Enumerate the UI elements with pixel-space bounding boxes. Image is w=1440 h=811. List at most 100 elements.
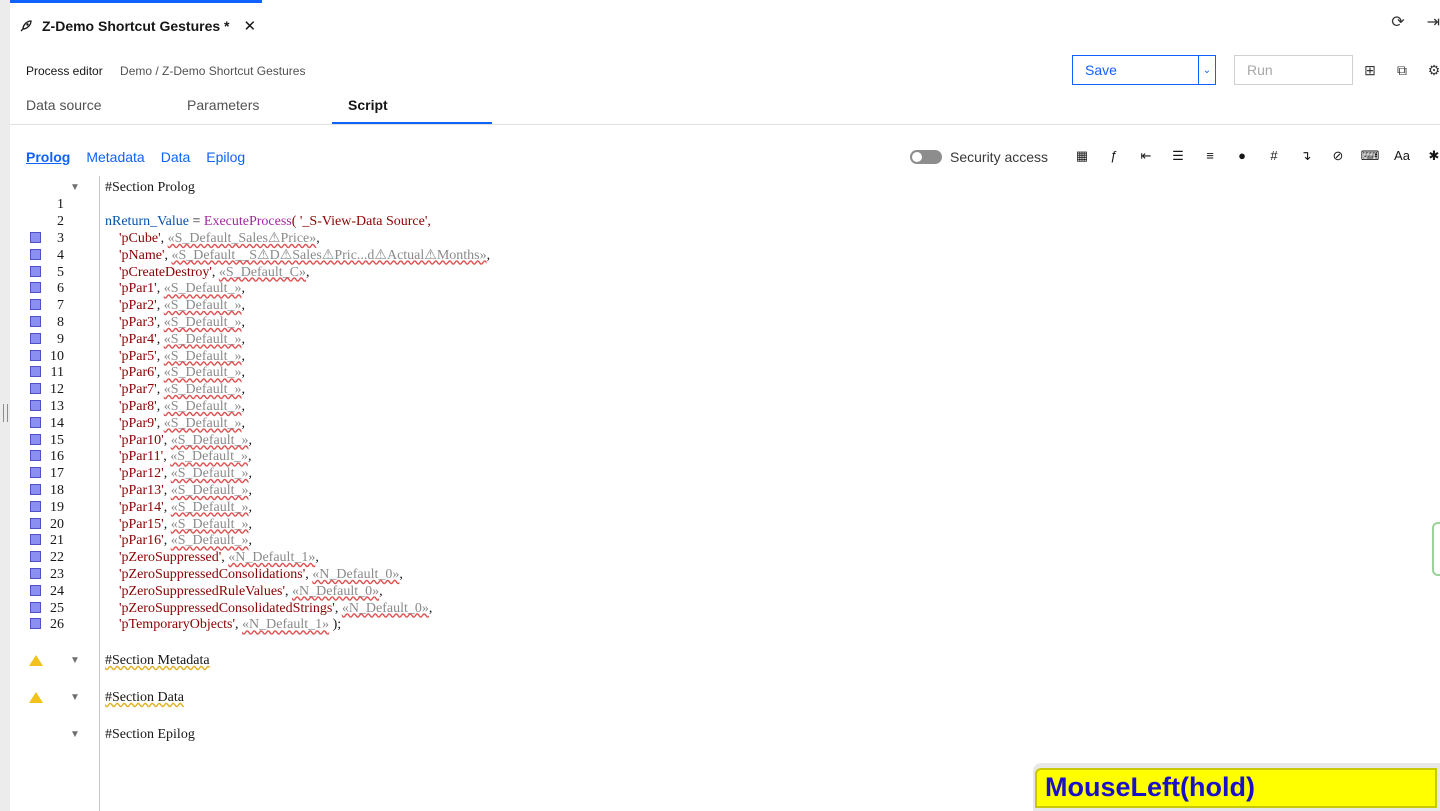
editor-tabs: Data source Parameters Script <box>10 86 1440 125</box>
editor-toolbar: ▦ ƒ ⇤ ☰ ≡ ● # ↴ ⊘ ⌨ Aa ✱ <box>1066 148 1440 164</box>
gear-icon[interactable]: ⚙ <box>1426 62 1440 79</box>
code-line: 'pTemporaryObjects', «N_Default_1» ); <box>119 617 342 633</box>
outdent-icon[interactable]: ≡ <box>1194 148 1226 164</box>
line-number: 9 <box>57 331 64 347</box>
code-line: 'pPar10', «S_Default_», <box>119 432 252 448</box>
section-link-metadata[interactable]: Metadata <box>86 149 144 165</box>
fold-icon[interactable]: ▼ <box>70 179 80 196</box>
font-size-icon[interactable]: Aa <box>1386 148 1418 164</box>
gesture-overlay-box: MouseLeft(hold) <box>1035 768 1437 808</box>
breakpoint-icon[interactable]: ● <box>1226 148 1258 164</box>
save-button-label[interactable]: Save <box>1073 56 1198 84</box>
line-number: 2 <box>57 214 64 229</box>
section-nav: Prolog Metadata Data Epilog <box>26 149 245 165</box>
line-number: 10 <box>50 348 64 364</box>
export-icon[interactable]: ⇥ <box>1427 12 1440 32</box>
document-tab-bar: Z-Demo Shortcut Gestures * ✕ ⟳ ⇥ <box>10 0 1440 48</box>
code-line: 'pZeroSuppressed', «N_Default_1», <box>119 550 319 566</box>
code-line: 'pZeroSuppressedRuleValues', «N_Default_… <box>119 583 383 599</box>
wrap-icon[interactable]: ↴ <box>1290 148 1322 164</box>
line-number: 8 <box>57 315 64 330</box>
gesture-overlay: MouseLeft(hold) <box>1033 763 1440 811</box>
line-number: 1 <box>57 197 64 212</box>
section-link-prolog[interactable]: Prolog <box>26 149 70 165</box>
code-line: 'pPar2', «S_Default_», <box>119 298 245 314</box>
grid-icon[interactable]: ▦ <box>1066 148 1098 164</box>
run-button[interactable]: Run <box>1234 55 1353 85</box>
section-metadata-header: #Section Metadata <box>105 653 210 668</box>
list-icon[interactable]: ☰ <box>1162 148 1194 164</box>
gutter-divider <box>99 176 100 811</box>
line-number: 21 <box>50 533 64 549</box>
strikethrough-icon[interactable]: ⊘ <box>1322 148 1354 164</box>
function-icon[interactable]: ƒ <box>1098 148 1130 164</box>
refresh-icon[interactable]: ⟳ <box>1391 12 1404 32</box>
code-line: 'pZeroSuppressedConsolidatedStrings', «N… <box>119 600 433 616</box>
warning-icon <box>29 655 43 666</box>
section-data-header: #Section Data <box>105 690 184 705</box>
security-access-label: Security access <box>950 149 1049 165</box>
line-number: 15 <box>50 432 64 448</box>
code-line: 'pPar7', «S_Default_», <box>119 382 245 398</box>
line-number: 25 <box>50 600 64 616</box>
breadcrumb[interactable]: Demo / Z-Demo Shortcut Gestures <box>120 64 305 78</box>
line-number: 13 <box>50 399 64 414</box>
tree-icon[interactable]: ⊞ <box>1362 62 1378 79</box>
code-line: 'pPar12', «S_Default_», <box>119 466 252 482</box>
code-line: nReturn_Value = ExecuteProcess( '_S-View… <box>105 214 431 229</box>
line-number: 14 <box>50 415 64 431</box>
line-number: 5 <box>57 264 64 280</box>
code-line: 'pPar9', «S_Default_», <box>119 415 245 431</box>
line-number: 24 <box>50 583 64 599</box>
page-title: Process editor <box>26 64 103 78</box>
security-access-toggle[interactable] <box>910 150 942 164</box>
window-actions: ⟳ ⇥ <box>1391 12 1440 32</box>
line-number: 4 <box>57 247 64 263</box>
link-icon[interactable]: ⧉ <box>1394 62 1410 79</box>
save-button[interactable]: Save ⌄ <box>1072 55 1216 85</box>
resize-handle[interactable] <box>3 404 8 422</box>
code-line: 'pCube', «S_Default_Sales⚠Price», <box>119 231 320 246</box>
code-line: 'pPar14', «S_Default_», <box>119 499 252 515</box>
code-line: 'pPar3', «S_Default_», <box>119 315 245 330</box>
section-link-data[interactable]: Data <box>161 149 191 165</box>
fold-icon[interactable]: ▼ <box>70 726 80 743</box>
close-icon[interactable]: ✕ <box>243 17 256 35</box>
tab-script[interactable]: Script <box>332 86 492 124</box>
warning-icon <box>29 692 43 703</box>
line-number: 7 <box>57 298 64 314</box>
code-line: 'pPar1', «S_Default_», <box>119 281 245 297</box>
code-line: 'pPar11', «S_Default_», <box>119 449 252 465</box>
code-line: 'pZeroSuppressedConsolidations', «N_Defa… <box>119 567 403 582</box>
line-number: 26 <box>50 617 64 633</box>
side-panel-handle[interactable] <box>1432 522 1440 576</box>
code-line: 'pPar15', «S_Default_», <box>119 516 252 532</box>
tab-parameters[interactable]: Parameters <box>187 86 327 124</box>
tab-data-source[interactable]: Data source <box>26 86 166 124</box>
code-line: 'pCreateDestroy', «S_Default_C», <box>119 264 310 280</box>
keyboard-icon[interactable]: ⌨ <box>1354 148 1386 164</box>
left-panel-strip[interactable] <box>0 0 10 811</box>
bug-icon[interactable]: ✱ <box>1418 148 1440 164</box>
line-number: 17 <box>50 466 64 482</box>
code-line: 'pPar5', «S_Default_», <box>119 348 245 364</box>
code-line: 'pName', «S_Default__S⚠D⚠Sales⚠Pric...d⚠… <box>119 247 491 263</box>
rocket-icon <box>18 18 34 34</box>
document-tab[interactable]: Z-Demo Shortcut Gestures * ✕ <box>10 0 262 48</box>
section-prolog-header: #Section Prolog <box>105 180 195 195</box>
indent-icon[interactable]: ⇤ <box>1130 148 1162 164</box>
code-line: 'pPar8', «S_Default_», <box>119 399 245 414</box>
code-line: 'pPar6', «S_Default_», <box>119 365 245 381</box>
page-header: Process editor Demo / Z-Demo Shortcut Ge… <box>26 64 305 78</box>
document-tab-title: Z-Demo Shortcut Gestures * <box>42 17 230 34</box>
fold-icon[interactable]: ▼ <box>70 689 80 706</box>
line-number: 20 <box>50 516 64 532</box>
section-link-epilog[interactable]: Epilog <box>206 149 245 165</box>
fold-icon[interactable]: ▼ <box>70 652 80 669</box>
code-line: 'pPar4', «S_Default_», <box>119 331 245 347</box>
line-number: 16 <box>50 449 64 465</box>
gesture-overlay-text: MouseLeft(hold) <box>1045 772 1255 802</box>
hash-icon[interactable]: # <box>1258 148 1290 164</box>
section-epilog-header: #Section Epilog <box>105 727 195 742</box>
chevron-down-icon[interactable]: ⌄ <box>1198 56 1215 84</box>
